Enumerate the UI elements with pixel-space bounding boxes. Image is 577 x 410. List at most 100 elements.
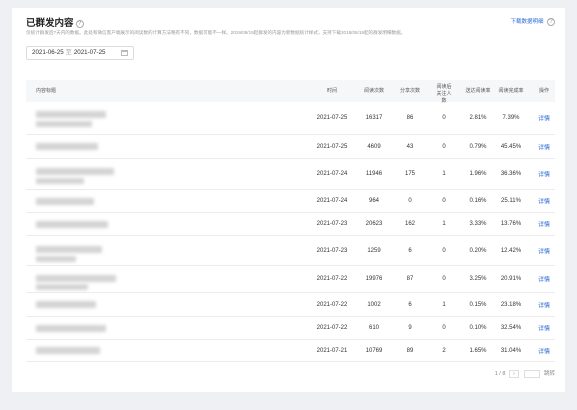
redacted-title: [36, 275, 116, 282]
redacted-title: [36, 168, 114, 175]
redacted-title: [36, 121, 92, 127]
detail-link[interactable]: 详情: [536, 346, 552, 355]
cell-time: 2021-07-22: [316, 301, 348, 308]
cell-shares: 89: [406, 347, 414, 354]
redacted-title: [36, 284, 88, 290]
redacted-title: [36, 256, 76, 262]
cell-shares: 0: [408, 198, 412, 204]
cell-delivery-rate: 0.10%: [469, 325, 487, 331]
col-shares: 分享次数: [399, 88, 420, 94]
cell-followers: 0: [442, 325, 446, 331]
page-title: 已群发内容?: [26, 15, 84, 29]
download-link[interactable]: 下载数据明细 ?: [510, 17, 555, 26]
table-row: 2021-07-22 1002 6 1 0.15% 23.18% 详情: [26, 293, 555, 317]
date-separator: 至: [65, 49, 72, 56]
detail-link[interactable]: 详情: [536, 170, 552, 179]
table-row: 2021-07-25 16317 86 0 2.81% 7.39% 详情: [26, 102, 555, 135]
col-completion-rate: 阅读完成率: [498, 88, 524, 94]
jump-button[interactable]: 跳转: [544, 371, 555, 377]
cell-shares: 87: [406, 276, 414, 282]
cell-reads: 11946: [365, 171, 383, 177]
date-range-picker[interactable]: 2021-06-25 至 2021-07-25: [26, 46, 134, 60]
redacted-title: [36, 325, 106, 332]
detail-link[interactable]: 详情: [536, 324, 552, 333]
cell-shares: 6: [408, 247, 412, 254]
content-card: 已群发内容? 下载数据明细 ? 仅统计群发后7天内的数据。此处和微信客户端展示的…: [12, 8, 565, 392]
col-content-title: 内容标题: [36, 88, 57, 94]
table-row: 2021-07-22 610 9 0 0.10% 32.54% 详情: [26, 317, 555, 340]
help-icon[interactable]: ?: [547, 18, 555, 26]
table-header: 内容标题 时间 阅读次数 分享次数 阅读后关注人数 送达阅读率 阅读完成率 操作: [26, 80, 555, 104]
cell-time: 2021-07-22: [316, 276, 348, 282]
cell-followers: 0: [442, 247, 446, 254]
cell-followers: 1: [442, 221, 446, 227]
col-action: 操作: [538, 88, 549, 94]
cell-shares: 43: [406, 143, 414, 150]
cell-followers: 0: [442, 115, 446, 121]
calendar-icon: [121, 50, 128, 56]
cell-reads: 4609: [367, 143, 381, 150]
cell-completion-rate: 31.04%: [500, 347, 522, 354]
cell-completion-rate: 7.39%: [502, 115, 520, 121]
redacted-title: [36, 301, 96, 308]
detail-link[interactable]: 详情: [536, 246, 552, 255]
cell-delivery-rate: 1.96%: [469, 171, 487, 177]
redacted-title: [36, 143, 98, 150]
cell-shares: 162: [404, 221, 415, 227]
detail-link[interactable]: 详情: [536, 275, 552, 284]
help-icon[interactable]: ?: [75, 20, 84, 28]
cell-time: 2021-07-21: [316, 347, 348, 354]
cell-reads: 610: [368, 325, 379, 331]
page-indicator: 1 / 8: [494, 371, 506, 377]
detail-link[interactable]: 详情: [536, 197, 552, 206]
cell-time: 2021-07-23: [316, 221, 348, 227]
cell-followers: 0: [442, 143, 446, 150]
cell-followers: 1: [442, 171, 446, 177]
cell-delivery-rate: 3.25%: [469, 276, 487, 282]
cell-delivery-rate: 0.16%: [469, 198, 487, 204]
redacted-title: [36, 178, 84, 184]
table-row: 2021-07-24 11946 175 1 1.96% 36.36% 详情: [26, 159, 555, 190]
cell-delivery-rate: 0.15%: [469, 301, 487, 308]
detail-link[interactable]: 详情: [536, 114, 552, 123]
date-end: 2021-07-25: [73, 49, 106, 56]
detail-link[interactable]: 详情: [536, 300, 552, 309]
next-page-button[interactable]: ›: [508, 369, 519, 378]
cell-reads: 16317: [365, 115, 383, 121]
cell-followers: 0: [442, 276, 446, 282]
cell-reads: 10769: [365, 347, 383, 354]
cell-completion-rate: 45.45%: [500, 143, 522, 150]
col-delivery-rate: 送达阅读率: [465, 88, 491, 94]
cell-time: 2021-07-25: [316, 115, 348, 121]
pagination: 1 / 8 › 跳转: [495, 369, 555, 378]
redacted-title: [36, 221, 108, 228]
cell-time: 2021-07-22: [316, 325, 348, 331]
description: 仅统计群发后7天内的数据。此处和微信客户端展示的阅读数的计算方法略有不同，数据可…: [26, 30, 406, 35]
cell-delivery-rate: 0.79%: [469, 143, 487, 150]
cell-completion-rate: 23.18%: [500, 301, 522, 308]
date-start: 2021-06-25: [32, 49, 64, 56]
cell-followers: 2: [442, 347, 446, 354]
table-row: 2021-07-25 4609 43 0 0.79% 45.45% 详情: [26, 135, 555, 159]
cell-delivery-rate: 2.81%: [469, 115, 487, 121]
redacted-title: [36, 111, 106, 118]
cell-reads: 19976: [365, 276, 383, 282]
cell-followers: 0: [442, 198, 446, 204]
cell-delivery-rate: 0.20%: [469, 247, 487, 254]
cell-time: 2021-07-24: [316, 171, 348, 177]
cell-time: 2021-07-25: [316, 143, 348, 150]
cell-reads: 1259: [367, 247, 381, 254]
detail-link[interactable]: 详情: [536, 220, 552, 229]
cell-shares: 9: [408, 325, 412, 331]
cell-completion-rate: 36.36%: [500, 171, 522, 177]
page-jump-input[interactable]: [524, 369, 541, 378]
cell-completion-rate: 25.11%: [501, 198, 521, 204]
table-row: 2021-07-24 964 0 0 0.16% 25.11% 详情: [26, 190, 555, 213]
table-row: 2021-07-22 19976 87 0 3.25% 20.91% 详情: [26, 266, 555, 293]
detail-link[interactable]: 详情: [536, 142, 552, 151]
cell-shares: 6: [408, 301, 412, 308]
cell-followers: 1: [442, 301, 446, 308]
redacted-title: [36, 347, 100, 354]
cell-completion-rate: 13.76%: [500, 221, 522, 227]
cell-reads: 1002: [367, 301, 381, 308]
